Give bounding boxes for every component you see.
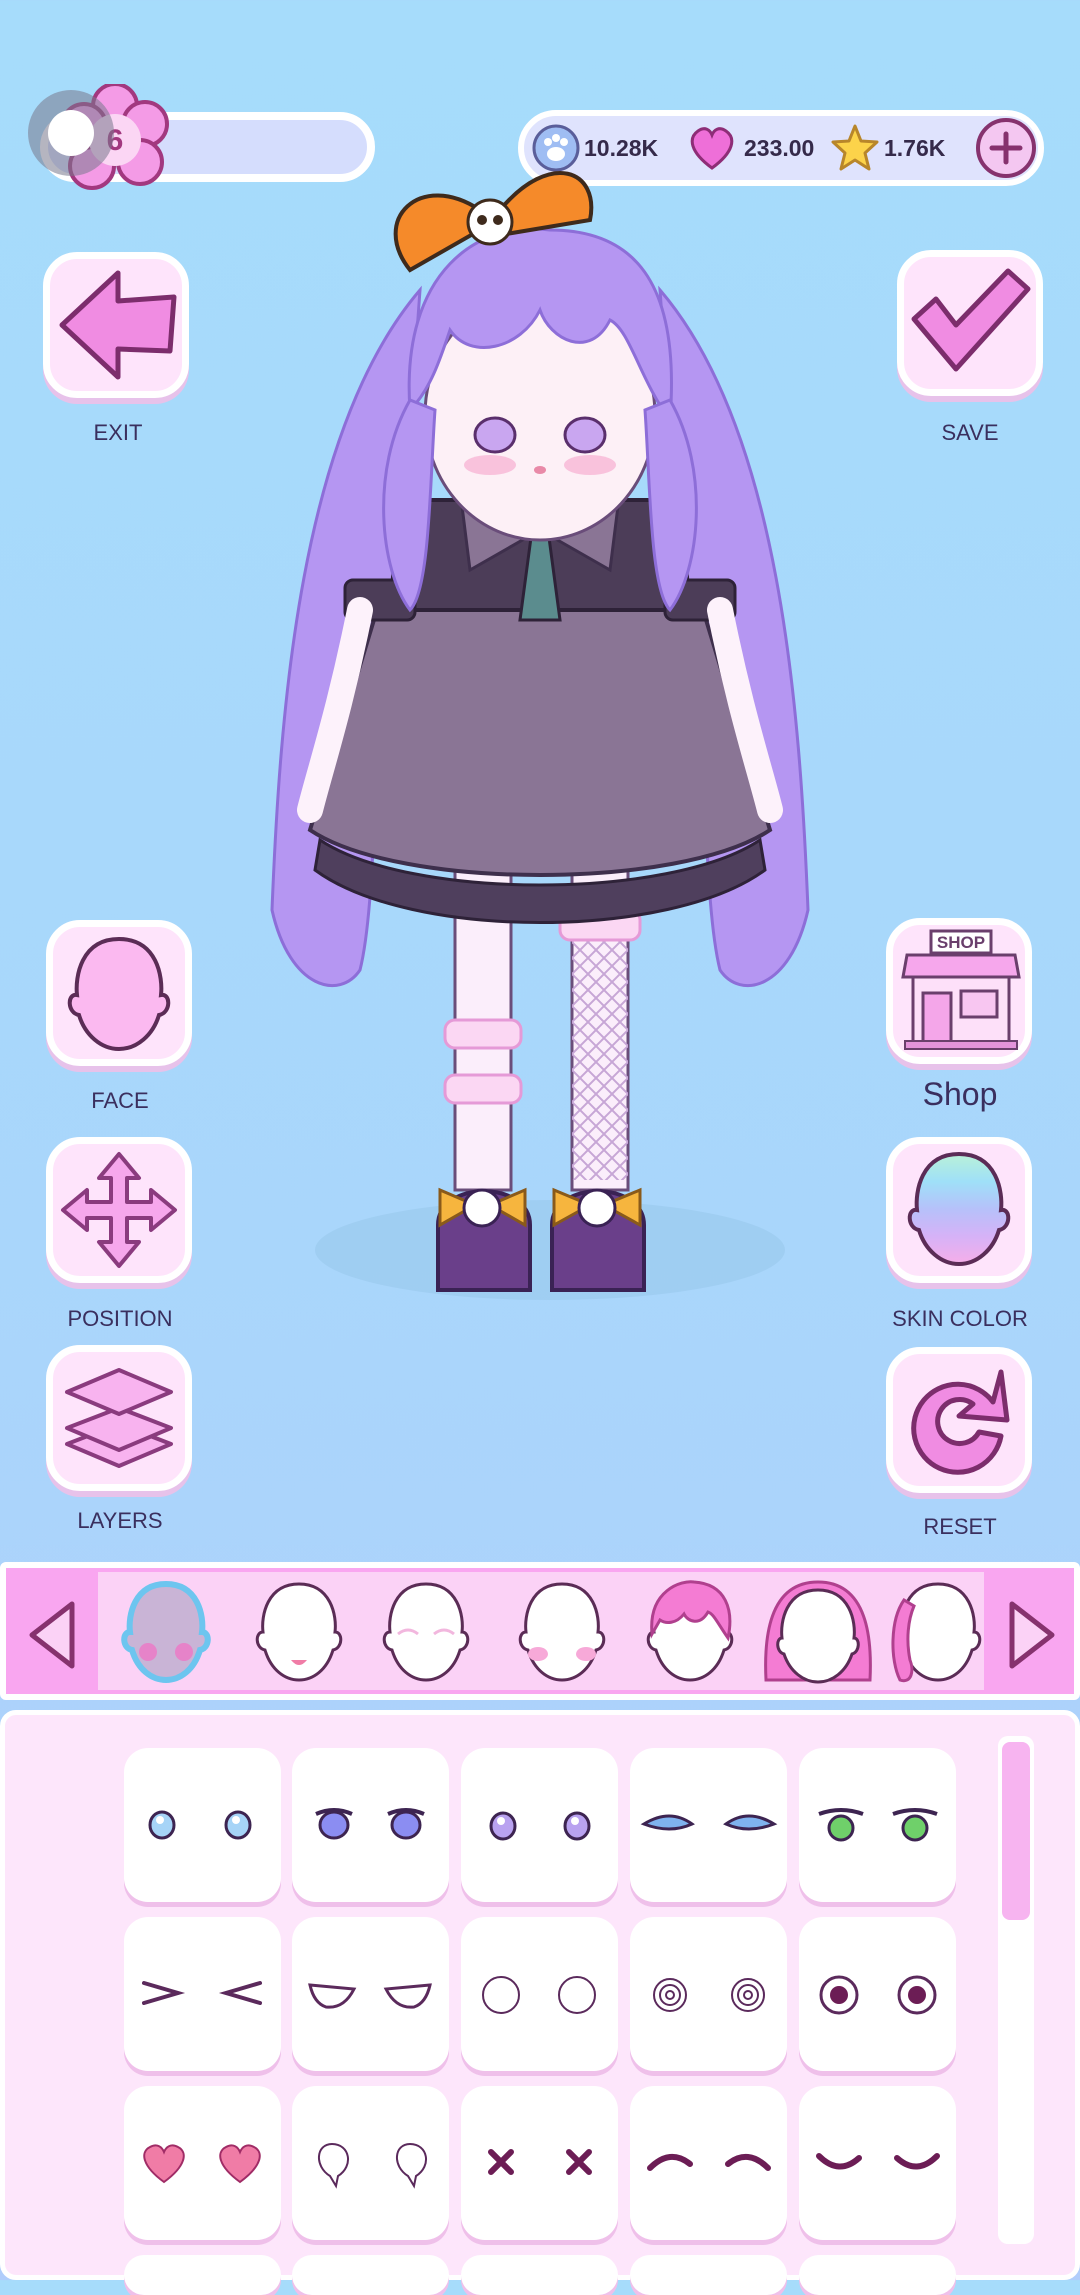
face-button[interactable] <box>46 920 192 1066</box>
eye-option-arched-closed[interactable] <box>630 2086 787 2240</box>
next-category-button[interactable] <box>1004 1598 1060 1672</box>
category-strip <box>0 1562 1080 1700</box>
category-back-hair[interactable] <box>758 1580 878 1688</box>
shop-button[interactable]: SHOP <box>886 918 1032 1064</box>
move-arrows-icon <box>61 1152 177 1268</box>
heart-eyes-icon <box>143 2144 261 2184</box>
category-face-base[interactable] <box>118 1580 214 1688</box>
layers-icon <box>65 1368 173 1468</box>
eye-option-blue-round[interactable] <box>292 1748 449 1902</box>
x-eyes-icon <box>488 2149 592 2175</box>
green-eyes-icon <box>818 1808 938 1842</box>
eye-option-row4[interactable] <box>461 2255 618 2295</box>
eye-option-smile-closed[interactable] <box>799 2086 956 2240</box>
reset-button[interactable] <box>886 1347 1032 1493</box>
category-blush[interactable] <box>514 1580 610 1688</box>
exit-label: EXIT <box>93 420 143 445</box>
side-hair-icon <box>891 1582 982 1683</box>
eye-option-row4[interactable] <box>630 2255 787 2295</box>
swirl-eyes-icon <box>653 1978 765 2012</box>
eye-option-swirl[interactable] <box>630 1917 787 2071</box>
purple-sparkle-eyes-icon <box>489 1811 591 1841</box>
eye-option-blank-circle[interactable] <box>461 1917 618 2071</box>
shop-label: Shop <box>922 1076 998 1112</box>
face-icon <box>67 936 171 1052</box>
plus-icon <box>989 131 1023 165</box>
previous-category-button[interactable] <box>24 1598 80 1672</box>
layers-label: LAYERS <box>77 1508 163 1533</box>
half-lid-eyes-icon <box>308 1983 432 2009</box>
eye-option-half-lid[interactable] <box>292 1917 449 2071</box>
squint-eyes-icon <box>142 1981 262 2005</box>
eye-option-blue-sharp[interactable] <box>630 1748 787 1902</box>
eye-option-row4[interactable] <box>292 2255 449 2295</box>
category-mouth[interactable] <box>251 1580 347 1688</box>
eye-option-row4[interactable] <box>799 2255 956 2295</box>
settings-toggle[interactable] <box>28 90 114 176</box>
reset-label: RESET <box>923 1514 997 1539</box>
shop-sign-text: SHOP <box>937 933 985 952</box>
add-currency-button[interactable] <box>976 118 1036 178</box>
eye-option-teardrop[interactable] <box>292 2086 449 2240</box>
smile-closed-eyes-icon <box>816 2153 940 2170</box>
save-button[interactable] <box>897 250 1043 396</box>
star-icon <box>831 124 879 171</box>
blue-sharp-eyes-icon <box>640 1814 778 1831</box>
eye-option-heart[interactable] <box>124 2086 281 2240</box>
blush-icon <box>518 1582 606 1682</box>
eye-option-squint[interactable] <box>124 1917 281 2071</box>
rainbow-head-icon <box>907 1151 1011 1267</box>
position-button[interactable] <box>46 1137 192 1283</box>
blue-round-eyes-icon <box>315 1808 425 1840</box>
face-label: FACE <box>91 1088 149 1113</box>
position-label: POSITION <box>67 1306 173 1331</box>
mouth-icon <box>255 1582 343 1682</box>
character-preview <box>270 171 810 1300</box>
star-currency-value: 1.76K <box>884 134 946 161</box>
scrollbar-thumb[interactable] <box>1002 1742 1030 1920</box>
category-side-hair[interactable] <box>890 1580 986 1688</box>
eye-option-green[interactable] <box>799 1748 956 1902</box>
teardrop-eyes-icon <box>318 2142 427 2189</box>
eye-option-row4[interactable] <box>124 2255 281 2295</box>
eye-option-purple-sparkle[interactable] <box>461 1748 618 1902</box>
face-base-icon <box>121 1580 211 1684</box>
eye-option-sparkle-blue[interactable] <box>124 1748 281 1902</box>
checkmark-icon <box>911 268 1031 372</box>
eye-option-x[interactable] <box>461 2086 618 2240</box>
dot-eyes-icon <box>819 1975 937 2015</box>
layers-button[interactable] <box>46 1345 192 1491</box>
category-front-hair[interactable] <box>642 1580 738 1688</box>
front-hair-icon <box>646 1580 734 1682</box>
sparkle-blue-eyes-icon <box>148 1810 252 1840</box>
eye-option-dot[interactable] <box>799 1917 956 2071</box>
skin-color-button[interactable] <box>886 1137 1032 1283</box>
refresh-icon <box>911 1369 1010 1475</box>
exit-button[interactable] <box>43 252 189 398</box>
back-arrow-icon <box>59 270 177 380</box>
blank-circle-eyes-icon <box>482 1976 596 2014</box>
save-label: SAVE <box>941 420 999 445</box>
skin-color-label: SKIN COLOR <box>892 1306 1028 1331</box>
eyebrows-icon <box>382 1582 470 1682</box>
category-eyebrows[interactable] <box>378 1580 474 1688</box>
shop-icon: SHOP <box>901 929 1021 1050</box>
arched-closed-eyes-icon <box>647 2154 771 2171</box>
back-hair-icon <box>764 1580 872 1684</box>
